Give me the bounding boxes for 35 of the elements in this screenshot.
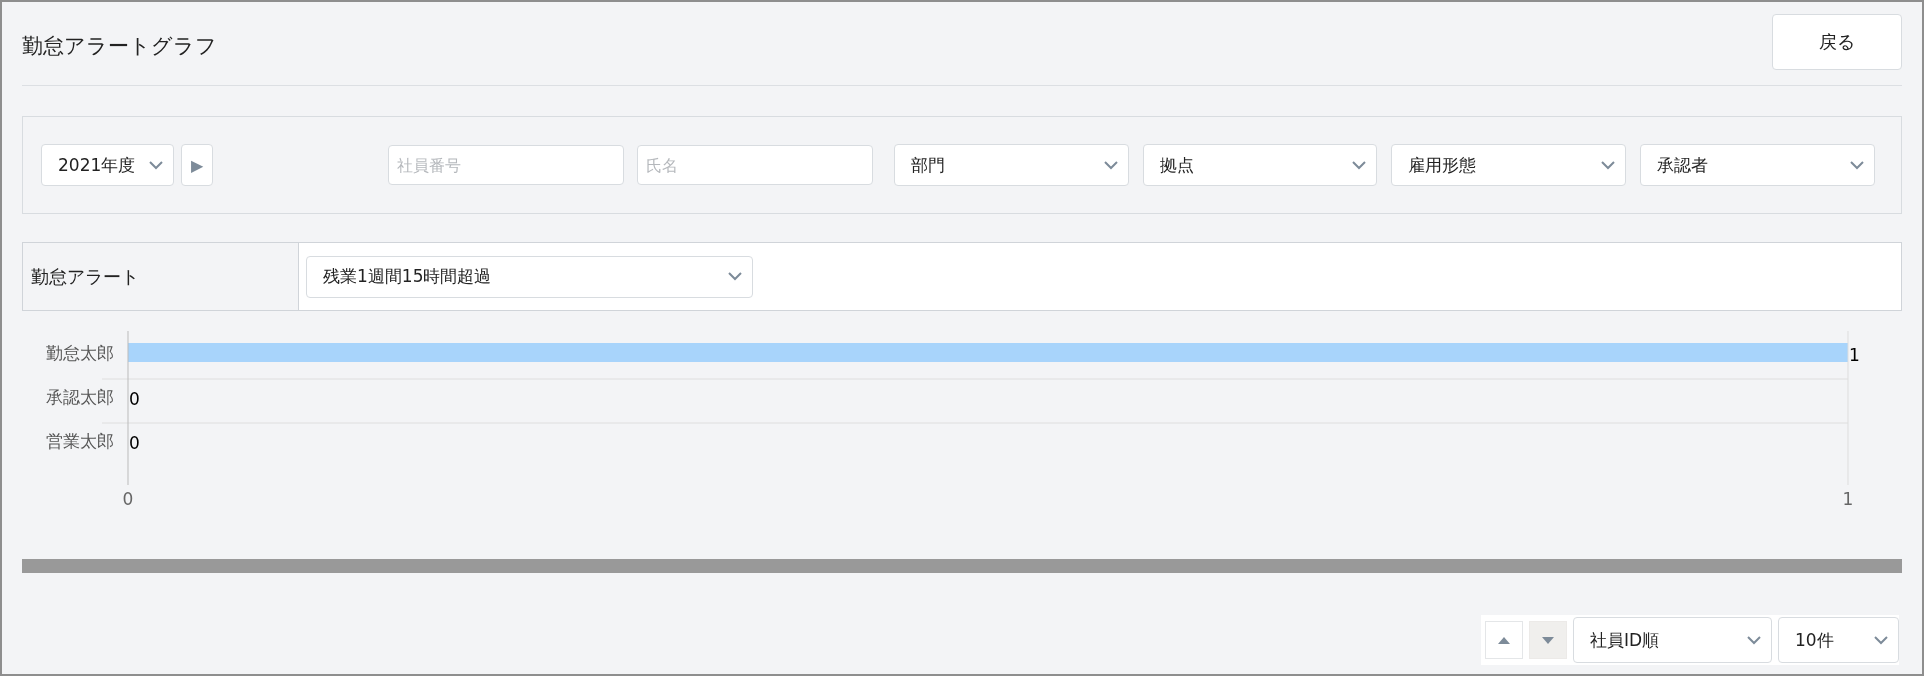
scrollbar[interactable] [22, 559, 1902, 573]
chevron-down-icon [1874, 635, 1888, 645]
triangle-down-icon [1542, 636, 1554, 644]
page-title: 勤怠アラートグラフ [22, 32, 217, 60]
tick-label: 0 [122, 489, 134, 509]
category-label: 承認太郎 [46, 387, 114, 407]
alert-label: 勤怠アラート [23, 243, 299, 310]
alert-select[interactable]: 残業1週間15時間超過 [306, 255, 753, 298]
sort-select[interactable]: 社員ID順 [1573, 617, 1772, 663]
name-field[interactable]: 氏名 [637, 145, 873, 185]
play-icon: ▶ [191, 155, 203, 175]
value-label: 0 [129, 389, 140, 409]
sort-ascending-button[interactable] [1485, 621, 1523, 659]
chevron-down-icon [728, 272, 742, 281]
filter-select[interactable]: 部門 [894, 144, 1129, 186]
back-button[interactable]: 戻る [1772, 13, 1902, 70]
value-label: 1 [1849, 345, 1860, 365]
filter-select[interactable]: 拠点 [1143, 144, 1377, 186]
chevron-down-icon [1104, 160, 1118, 170]
category-label: 営業太郎 [46, 431, 114, 451]
chevron-down-icon [149, 160, 163, 170]
chevron-down-icon [1352, 160, 1366, 170]
sort-descending-button[interactable] [1529, 621, 1567, 659]
chevron-down-icon [1601, 160, 1615, 170]
filter-select[interactable]: 雇用形態 [1391, 144, 1626, 186]
category-label: 勤怠太郎 [46, 343, 114, 363]
employee-number-field[interactable]: 社員番号 [388, 145, 624, 185]
chevron-down-icon [1850, 160, 1864, 170]
count-select[interactable]: 10件 [1778, 617, 1899, 663]
tick-label: 1 [1842, 489, 1854, 509]
chevron-down-icon [1747, 635, 1761, 645]
year-select[interactable]: 2021年度 [41, 144, 174, 186]
value-label: 0 [129, 433, 140, 453]
triangle-up-icon [1498, 636, 1510, 644]
filter-select[interactable]: 承認者 [1640, 144, 1875, 186]
